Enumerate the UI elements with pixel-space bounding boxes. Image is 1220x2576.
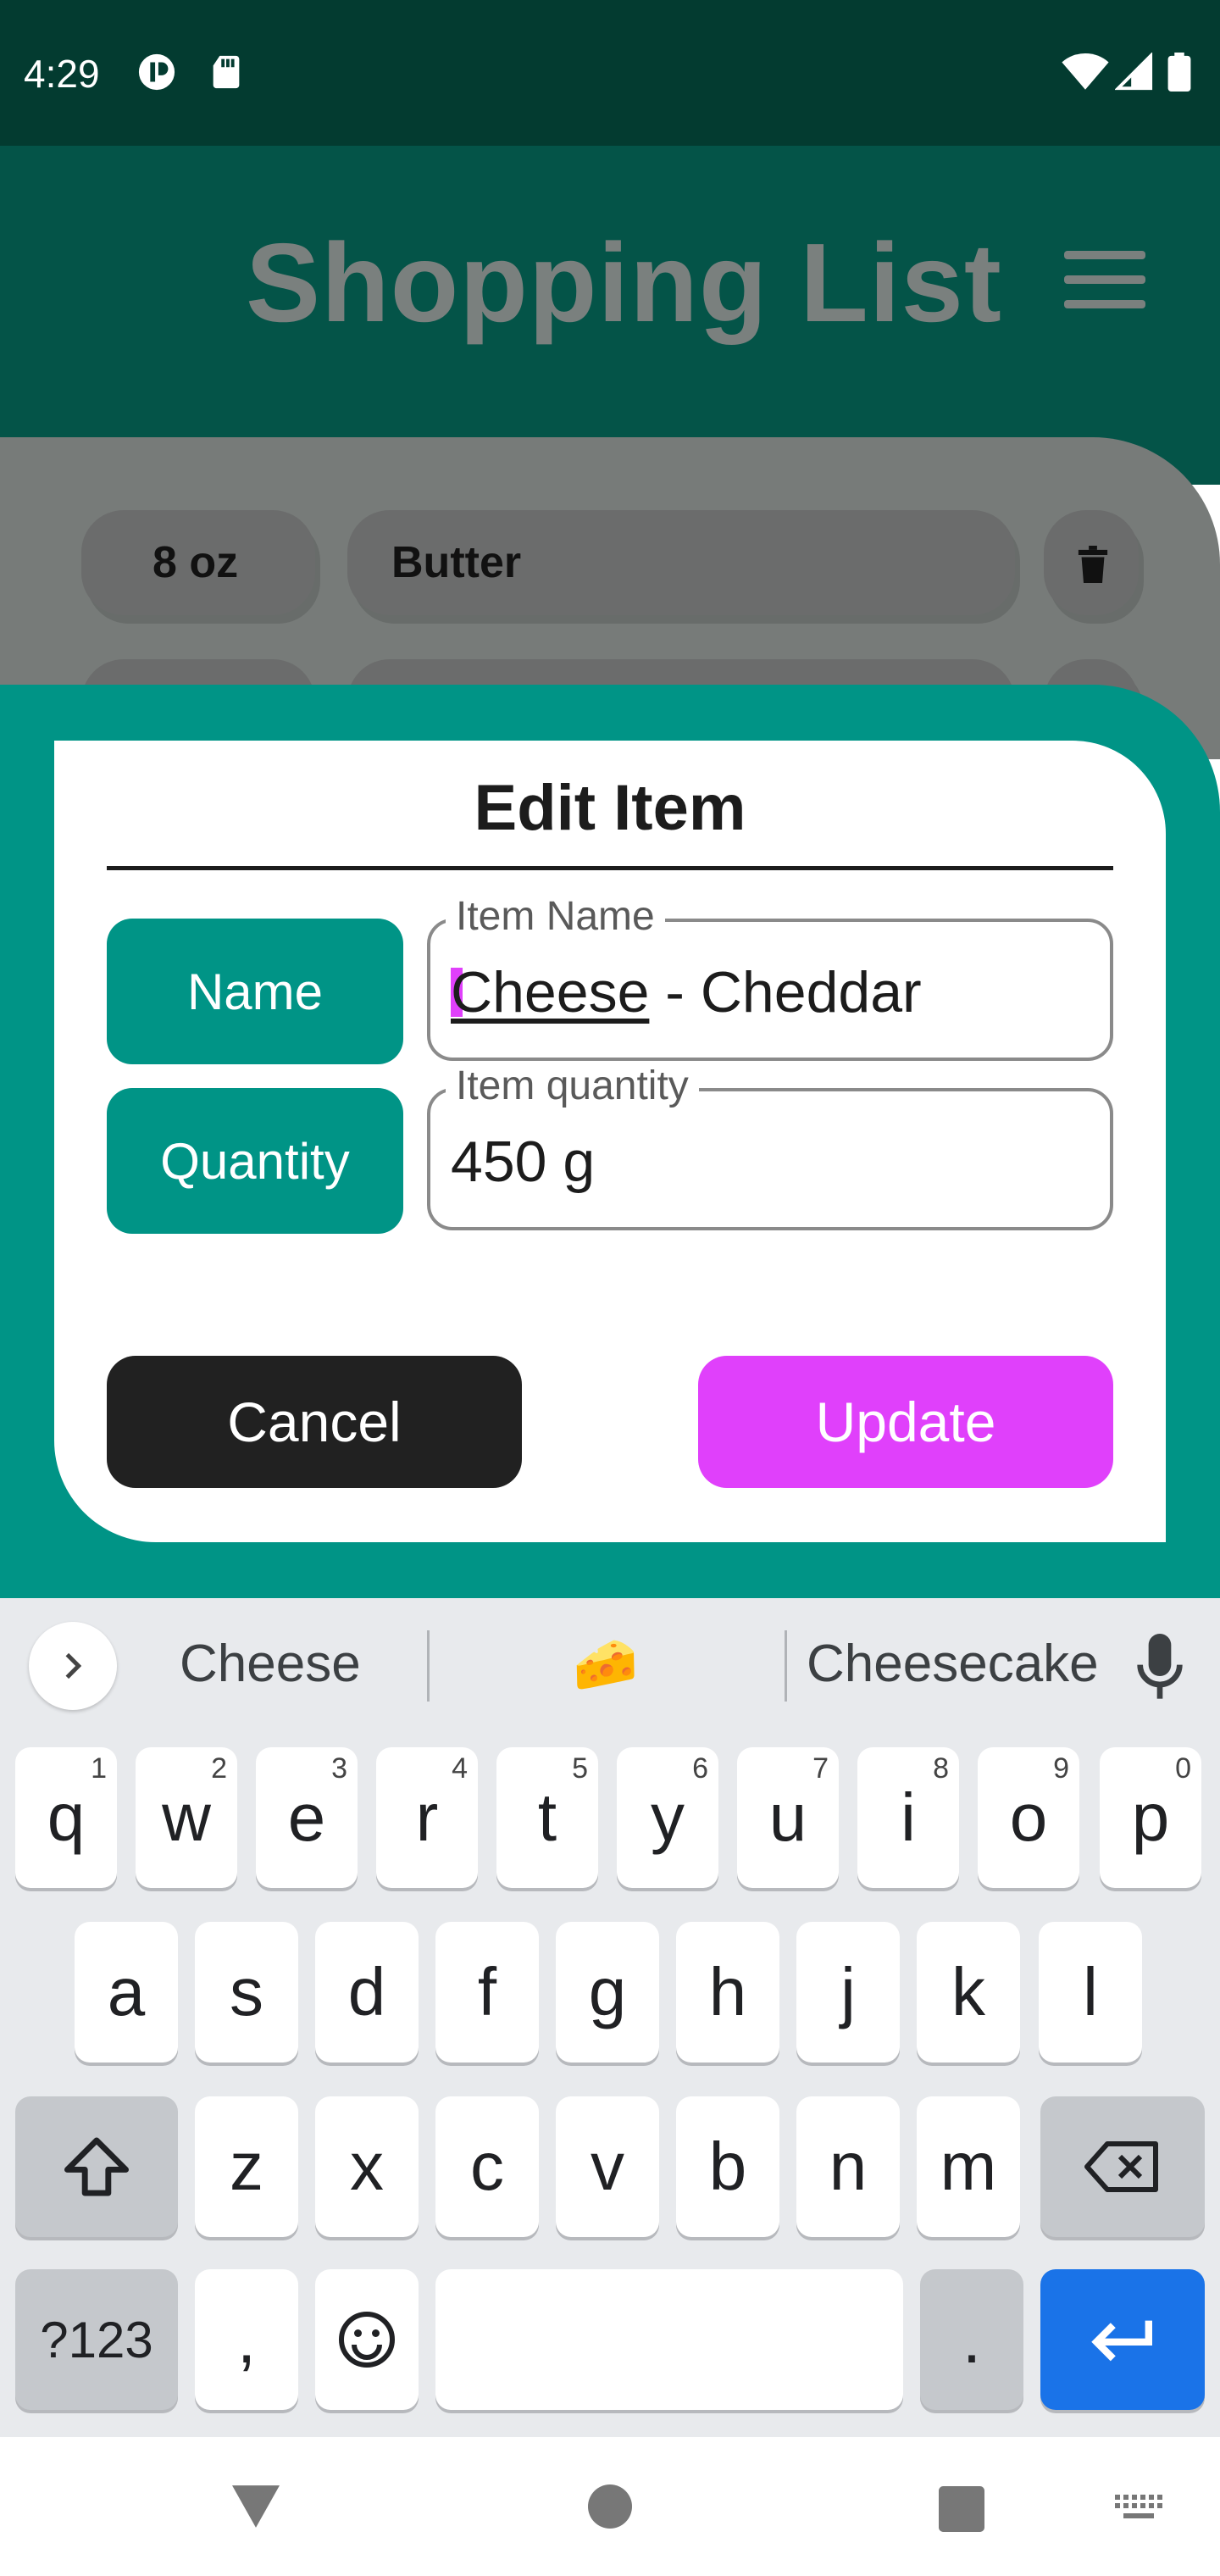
key-b[interactable]: b <box>676 2096 779 2237</box>
key-n[interactable]: n <box>796 2096 900 2237</box>
microphone-icon[interactable] <box>1135 1634 1184 1702</box>
item-quantity-value[interactable]: 450 g <box>451 1129 595 1195</box>
edit-item-dialog: Edit Item Name Item Name Cheese - Chedda… <box>54 741 1166 1542</box>
key-v[interactable]: v <box>556 2096 659 2237</box>
suggestion-2-emoji[interactable]: 🧀 <box>573 1634 638 1696</box>
suggestion-divider <box>427 1630 430 1702</box>
battery-icon <box>1167 53 1191 92</box>
backspace-icon <box>1084 2141 1158 2192</box>
key-s[interactable]: s <box>195 1922 298 2062</box>
update-button[interactable]: Update <box>698 1356 1113 1488</box>
comma-key[interactable]: , <box>195 2269 298 2410</box>
key-d[interactable]: d <box>315 1922 419 2062</box>
key-w[interactable]: w2 <box>136 1747 237 1888</box>
shift-key[interactable] <box>15 2096 178 2237</box>
key-f[interactable]: f <box>435 1922 539 2062</box>
key-i[interactable]: i8 <box>857 1747 959 1888</box>
status-bar: 4:29 <box>0 0 1220 146</box>
app-notification-icon <box>138 53 175 91</box>
symbols-key[interactable]: ?123 <box>15 2269 178 2410</box>
backspace-key[interactable] <box>1040 2096 1205 2237</box>
suggestion-1[interactable]: Cheese <box>180 1634 361 1694</box>
key-z[interactable]: z <box>195 2096 298 2237</box>
key-a[interactable]: a <box>75 1922 178 2062</box>
back-icon[interactable] <box>229 2483 283 2530</box>
sd-card-icon <box>213 55 240 89</box>
status-time: 4:29 <box>24 52 100 96</box>
key-p[interactable]: p0 <box>1100 1747 1201 1888</box>
space-key[interactable] <box>435 2269 903 2410</box>
hamburger-menu-icon[interactable] <box>1064 251 1145 308</box>
item-name-field[interactable]: Item Name Cheese - Cheddar <box>427 893 1113 1061</box>
quantity-label-button[interactable]: Quantity <box>107 1088 403 1234</box>
key-x[interactable]: x <box>315 2096 419 2237</box>
item-quantity-legend: Item quantity <box>446 1063 699 1109</box>
emoji-icon <box>339 2312 395 2368</box>
navigation-bar <box>0 2437 1220 2576</box>
enter-key[interactable] <box>1040 2269 1205 2410</box>
item-quantity-text: 8 oz <box>152 538 239 587</box>
chevron-right-icon <box>65 1652 82 1679</box>
key-q[interactable]: q1 <box>15 1747 117 1888</box>
key-l[interactable]: l <box>1039 1922 1142 2062</box>
key-o[interactable]: o9 <box>978 1747 1079 1888</box>
composing-word: Cheese <box>451 960 650 1024</box>
name-label-button[interactable]: Name <box>107 919 403 1064</box>
key-t[interactable]: t5 <box>496 1747 598 1888</box>
shift-icon <box>64 2137 130 2196</box>
cancel-button[interactable]: Cancel <box>107 1356 522 1488</box>
soft-keyboard: Cheese 🧀 Cheesecake q1 w2 e3 r4 t5 y6 u7… <box>0 1598 1220 2437</box>
key-g[interactable]: g <box>556 1922 659 2062</box>
period-key[interactable]: . <box>920 2269 1023 2410</box>
key-c[interactable]: c <box>435 2096 539 2237</box>
item-name-legend: Item Name <box>446 893 665 940</box>
key-k[interactable]: k <box>917 1922 1020 2062</box>
item-name-chip[interactable]: Butter <box>347 510 1015 615</box>
key-r[interactable]: r4 <box>376 1747 478 1888</box>
title-divider <box>107 866 1113 870</box>
item-quantity-chip[interactable]: 8 oz <box>81 510 315 615</box>
delete-item-button[interactable] <box>1044 510 1139 615</box>
suggestion-divider <box>785 1630 787 1702</box>
trash-icon <box>1078 546 1108 583</box>
keyboard-switch-icon[interactable] <box>1115 2495 1162 2525</box>
emoji-key[interactable] <box>315 2269 419 2410</box>
home-icon[interactable] <box>588 2484 632 2529</box>
cell-signal-icon <box>1115 53 1153 91</box>
dialog-title: Edit Item <box>474 772 746 844</box>
key-j[interactable]: j <box>796 1922 900 2062</box>
key-h[interactable]: h <box>676 1922 779 2062</box>
recents-icon[interactable] <box>939 2486 984 2532</box>
enter-icon <box>1091 2320 1152 2362</box>
key-u[interactable]: u7 <box>737 1747 839 1888</box>
suggestion-strip: Cheese 🧀 Cheesecake <box>0 1598 1220 1734</box>
item-name-rest: - Cheddar <box>649 960 922 1024</box>
key-e[interactable]: e3 <box>256 1747 358 1888</box>
wifi-icon <box>1062 53 1109 90</box>
suggestion-3[interactable]: Cheesecake <box>807 1634 1099 1694</box>
item-quantity-field[interactable]: Item quantity 450 g <box>427 1063 1113 1230</box>
key-m[interactable]: m <box>917 2096 1020 2237</box>
app-bar: Shopping List <box>0 146 1220 485</box>
expand-toolbar-button[interactable] <box>29 1622 117 1710</box>
app-title: Shopping List <box>246 220 1002 345</box>
item-name-text: Butter <box>391 538 522 587</box>
item-name-value[interactable]: Cheese - Cheddar <box>451 959 922 1025</box>
key-y[interactable]: y6 <box>617 1747 718 1888</box>
